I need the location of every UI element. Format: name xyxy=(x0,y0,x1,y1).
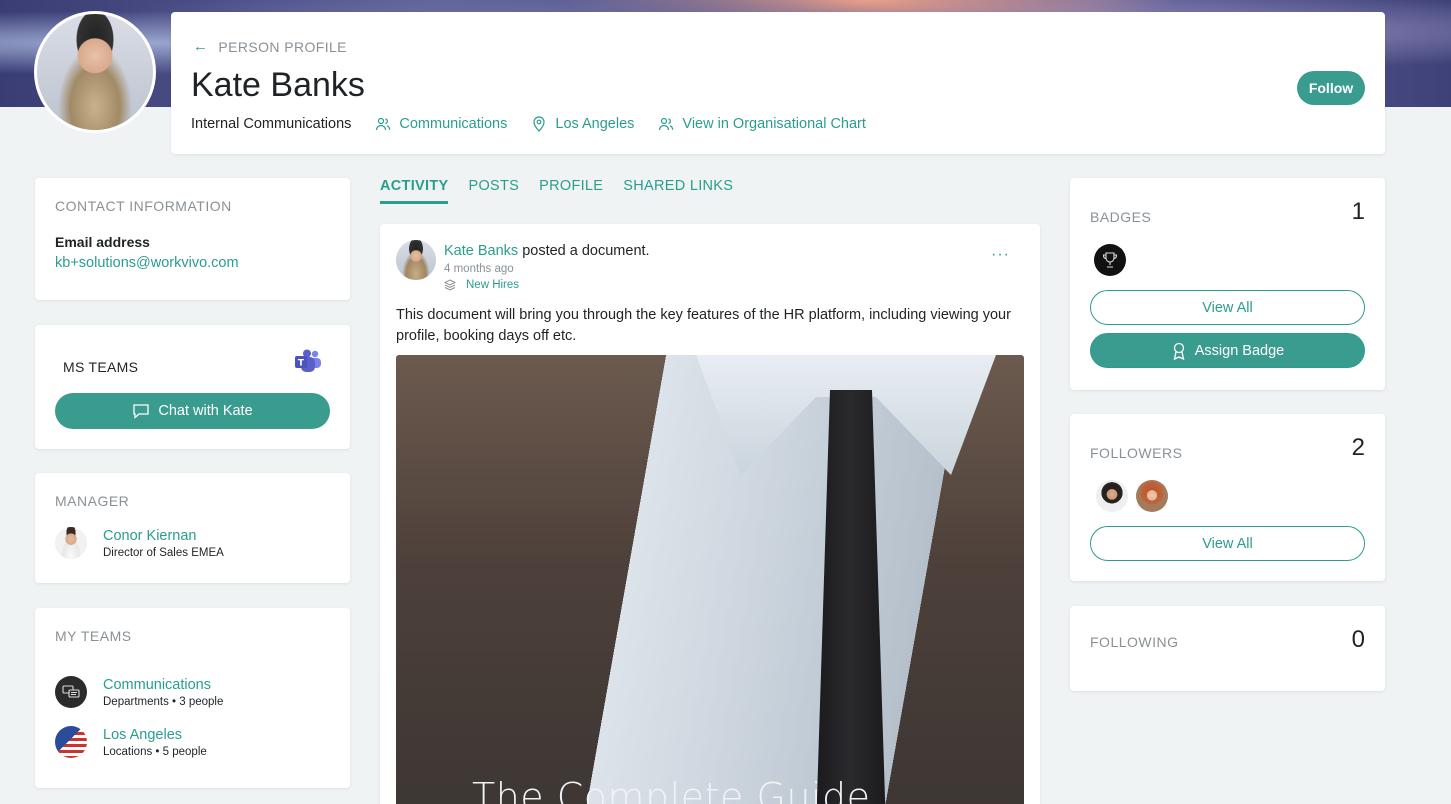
page-title: Kate Banks xyxy=(191,66,365,104)
followers-count: 2 xyxy=(1351,434,1365,461)
my-teams-card: MY TEAMS Communications Departments • 3 … xyxy=(35,608,350,788)
manager-card: MANAGER Conor Kiernan Director of Sales … xyxy=(35,473,350,583)
email-link[interactable]: kb+solutions@workvivo.com xyxy=(55,255,330,271)
more-options-icon[interactable]: ··· xyxy=(991,246,1010,264)
communications-team-icon xyxy=(55,676,87,708)
tie-shape xyxy=(816,390,886,804)
follow-button[interactable]: Follow xyxy=(1297,71,1365,105)
post-header: Kate Banks posted a document. 4 months a… xyxy=(396,240,1024,291)
ms-teams-card: MS TEAMS T Chat with Kate xyxy=(35,325,350,449)
tab-activity[interactable]: ACTIVITY xyxy=(380,178,449,204)
team-sub: Locations • 5 people xyxy=(103,745,207,758)
tab-shared-links[interactable]: SHARED LINKS xyxy=(623,178,733,204)
manager-title: MANAGER xyxy=(55,493,130,509)
post-space-label: New Hires xyxy=(466,279,520,291)
my-teams-title: MY TEAMS xyxy=(55,628,132,644)
following-card: FOLLOWING 0 xyxy=(1070,606,1385,691)
profile-avatar xyxy=(34,11,156,133)
ms-teams-icon: T xyxy=(295,349,321,372)
followers-title: FOLLOWERS xyxy=(1090,445,1183,461)
layers-icon xyxy=(444,279,456,291)
team-row[interactable]: Communications Departments • 3 people xyxy=(55,676,330,708)
team-name-link[interactable]: Los Angeles xyxy=(103,727,207,743)
arrow-left-icon: ← xyxy=(193,38,209,55)
badges-count: 1 xyxy=(1351,198,1365,225)
post-space-link[interactable]: New Hires xyxy=(444,279,650,291)
people-icon xyxy=(659,117,674,131)
followers-card: FOLLOWERS 2 View All xyxy=(1070,414,1385,581)
contact-card: CONTACT INFORMATION Email address kb+sol… xyxy=(35,178,350,300)
manager-avatar[interactable] xyxy=(55,527,87,559)
profile-tabs: ACTIVITY POSTS PROFILE SHARED LINKS xyxy=(380,178,733,204)
department-label: Communications xyxy=(399,116,508,132)
post-author-link[interactable]: Kate Banks xyxy=(444,243,518,259)
post-author-avatar[interactable] xyxy=(396,240,436,280)
trophy-badge-icon[interactable] xyxy=(1094,244,1126,276)
job-title: Internal Communications xyxy=(191,116,352,132)
post-body: This document will bring you through the… xyxy=(396,307,1011,344)
chat-bubble-icon xyxy=(133,404,149,419)
team-row[interactable]: Los Angeles Locations • 5 people xyxy=(55,726,330,758)
chat-button[interactable]: Chat with Kate xyxy=(55,393,330,429)
manager-job: Director of Sales EMEA xyxy=(103,546,224,559)
following-count: 0 xyxy=(1351,626,1365,653)
chat-button-label: Chat with Kate xyxy=(158,403,253,419)
location-label: Los Angeles xyxy=(555,116,635,132)
org-chart-label: View in Organisational Chart xyxy=(682,116,866,132)
tab-profile[interactable]: PROFILE xyxy=(539,178,603,204)
profile-header: ← PERSON PROFILE Kate Banks Internal Com… xyxy=(171,12,1385,154)
badges-title: BADGES xyxy=(1090,209,1152,225)
email-label: Email address xyxy=(55,234,150,250)
document-cover-title: The Complete Guide xyxy=(472,775,871,804)
follower-avatar[interactable] xyxy=(1136,480,1168,512)
post-title: Kate Banks posted a document. xyxy=(444,243,650,259)
department-link[interactable]: Communications xyxy=(375,116,507,132)
team-sub: Departments • 3 people xyxy=(103,695,224,708)
profile-meta: Internal Communications Communications L… xyxy=(191,116,866,132)
back-label: PERSON PROFILE xyxy=(218,38,347,55)
tab-posts[interactable]: POSTS xyxy=(468,178,519,204)
manager-row: Conor Kiernan Director of Sales EMEA xyxy=(55,527,330,559)
ms-teams-title: MS TEAMS xyxy=(63,359,139,375)
follower-avatar[interactable] xyxy=(1096,480,1128,512)
map-pin-icon xyxy=(533,116,545,132)
view-all-followers-button[interactable]: View All xyxy=(1090,526,1365,561)
assign-badge-button[interactable]: Assign Badge xyxy=(1090,333,1365,368)
people-icon xyxy=(376,117,391,131)
us-flag-icon xyxy=(55,726,87,758)
following-title: FOLLOWING xyxy=(1090,634,1179,650)
manager-name-link[interactable]: Conor Kiernan xyxy=(103,528,224,544)
team-name-link[interactable]: Communications xyxy=(103,677,223,693)
post-timestamp: 4 months ago xyxy=(444,263,514,275)
badges-card: BADGES 1 View All Assign Badge xyxy=(1070,178,1385,390)
activity-post: Kate Banks posted a document. 4 months a… xyxy=(380,224,1040,804)
post-action: posted a document. xyxy=(518,243,650,259)
org-chart-link[interactable]: View in Organisational Chart xyxy=(658,116,866,132)
view-all-badges-button[interactable]: View All xyxy=(1090,290,1365,325)
award-icon xyxy=(1173,342,1185,360)
back-link[interactable]: ← PERSON PROFILE xyxy=(193,38,347,55)
svg-text:T: T xyxy=(298,359,305,369)
post-document-preview[interactable]: The Complete Guide xyxy=(396,355,1024,804)
followers-list xyxy=(1096,480,1365,512)
location-link[interactable]: Los Angeles xyxy=(531,116,634,132)
assign-badge-label: Assign Badge xyxy=(1194,342,1285,359)
contact-title: CONTACT INFORMATION xyxy=(55,198,232,214)
